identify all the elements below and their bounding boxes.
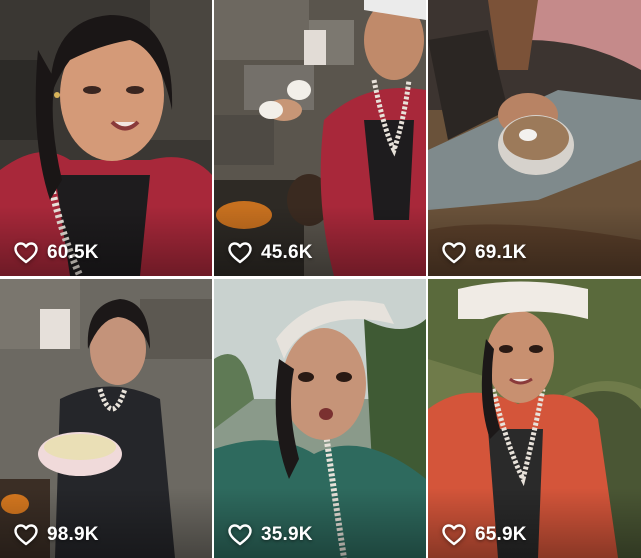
heart-outline-icon: [442, 242, 466, 264]
video-thumbnail[interactable]: 35.9K: [214, 279, 426, 558]
like-count: 45.6K: [261, 242, 313, 263]
video-grid: 60.5K 45.6K 69.1K 98.9K 35.9K 65.9K: [0, 0, 641, 558]
like-count-overlay: 60.5K: [14, 242, 99, 264]
like-count: 65.9K: [475, 524, 527, 545]
like-count-overlay: 35.9K: [228, 524, 313, 546]
like-count: 69.1K: [475, 242, 527, 263]
bottom-gradient: [214, 206, 426, 276]
bottom-gradient: [214, 488, 426, 558]
heart-outline-icon: [14, 524, 38, 546]
bottom-gradient: [0, 206, 212, 276]
heart-outline-icon: [442, 524, 466, 546]
like-count-overlay: 65.9K: [442, 524, 527, 546]
video-thumbnail[interactable]: 45.6K: [214, 0, 426, 276]
like-count: 98.9K: [47, 524, 99, 545]
like-count: 35.9K: [261, 524, 313, 545]
like-count-overlay: 69.1K: [442, 242, 527, 264]
video-thumbnail[interactable]: 98.9K: [0, 279, 212, 558]
bottom-gradient: [428, 206, 641, 276]
bottom-gradient: [0, 488, 212, 558]
heart-outline-icon: [228, 242, 252, 264]
video-thumbnail[interactable]: 65.9K: [428, 279, 641, 558]
video-thumbnail[interactable]: 60.5K: [0, 0, 212, 276]
heart-outline-icon: [14, 242, 38, 264]
bottom-gradient: [428, 488, 641, 558]
like-count-overlay: 45.6K: [228, 242, 313, 264]
like-count-overlay: 98.9K: [14, 524, 99, 546]
like-count: 60.5K: [47, 242, 99, 263]
heart-outline-icon: [228, 524, 252, 546]
video-thumbnail[interactable]: 69.1K: [428, 0, 641, 276]
